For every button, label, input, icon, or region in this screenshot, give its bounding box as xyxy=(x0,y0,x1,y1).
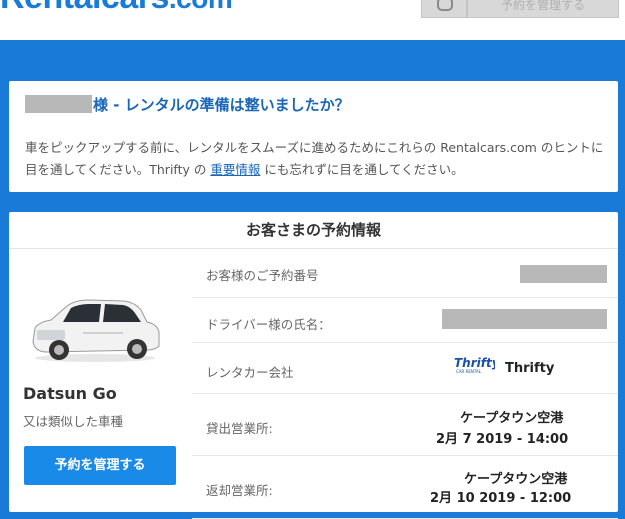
user-icon xyxy=(437,0,453,11)
return-row: 返却営業所: ケープタウン空港 2月 10 2019 - 12:00 xyxy=(192,456,618,519)
booking-info-card: お客さまの予約情報 Datsun Go 又は類似した車種 予約を管理する お客様… xyxy=(9,212,618,519)
redacted-booking-number xyxy=(520,265,607,283)
driver-name-row: ドライバー様の氏名： xyxy=(192,298,618,343)
driver-name-label: ドライバー様の氏名： xyxy=(206,317,331,332)
pickup-datetime: 2月 7 2019 - 14:00 xyxy=(436,432,569,447)
car-name: Datsun Go xyxy=(23,384,117,403)
rental-company-label: レンタカー会社 xyxy=(206,365,294,380)
user-icon-button[interactable] xyxy=(421,0,467,18)
pickup-label: 貸出営業所: xyxy=(206,421,273,436)
top-bar: Rentalcars.com 予約を管理する xyxy=(0,0,625,40)
rental-company-row: レンタカー会社 Thrifty CAR RENTAL Thrifty xyxy=(192,343,618,394)
car-image xyxy=(32,299,160,362)
rentalcars-logo[interactable]: Rentalcars.com xyxy=(0,0,233,17)
ready-card: 様 - レンタルの準備は整いましたか？ 車をピックアップする前に、レンタルをスム… xyxy=(9,81,618,192)
pickup-location: ケープタウン空港 xyxy=(460,411,564,426)
return-location: ケープタウン空港 xyxy=(464,472,568,487)
car-similar-note: 又は類似した車種 xyxy=(23,414,124,429)
booking-info-title: お客さまの予約情報 xyxy=(9,212,618,249)
ready-intro-text: 車をピックアップする前に、レンタルをスムーズに進めるためにこれらの Rental… xyxy=(25,140,604,177)
svg-text:CAR RENTAL: CAR RENTAL xyxy=(456,369,482,374)
thrifty-logo: Thrifty CAR RENTAL xyxy=(454,356,495,374)
ready-heading: 様 - レンタルの準備は整いましたか？ xyxy=(25,94,350,115)
booking-number-row: お客様のご予約番号 xyxy=(192,248,618,298)
redacted-customer-name xyxy=(25,95,92,113)
important-info-link[interactable]: 重要情報 xyxy=(210,162,260,177)
rental-company-name: Thrifty xyxy=(505,361,555,376)
return-datetime: 2月 10 2019 - 12:00 xyxy=(430,491,572,506)
svg-text:Thrifty: Thrifty xyxy=(454,356,495,370)
booking-number-label: お客様のご予約番号 xyxy=(206,268,319,283)
redacted-driver-name xyxy=(442,309,607,329)
return-label: 返却営業所: xyxy=(206,483,273,498)
pickup-row: 貸出営業所: ケープタウン空港 2月 7 2019 - 14:00 xyxy=(192,394,618,456)
manage-booking-button[interactable]: 予約を管理する xyxy=(24,446,176,485)
manage-booking-top-button[interactable]: 予約を管理する xyxy=(467,0,619,18)
